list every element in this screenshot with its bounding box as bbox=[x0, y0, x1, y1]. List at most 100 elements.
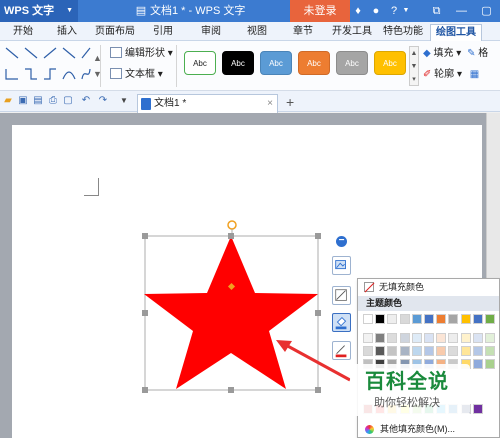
color-swatch[interactable] bbox=[460, 346, 471, 356]
fill-button[interactable]: ◆ 填充 ▾ ✎ 格 bbox=[423, 47, 488, 61]
color-swatch[interactable] bbox=[424, 333, 434, 343]
color-swatch[interactable] bbox=[485, 314, 495, 324]
text-box-button[interactable]: 文本框 ▾ bbox=[110, 68, 163, 82]
format-painter-icon[interactable]: ✎ bbox=[467, 48, 475, 59]
expand-icon[interactable]: ▾ bbox=[410, 73, 418, 86]
no-fill-option[interactable]: 无填充颜色 bbox=[358, 279, 499, 296]
style-preset-6[interactable]: Abc bbox=[374, 51, 406, 75]
text-box-label: 文本框 bbox=[125, 69, 155, 80]
tab-developer[interactable]: 开发工具 bbox=[329, 24, 375, 41]
document-icon: ▤ bbox=[135, 5, 147, 17]
style-preset-3[interactable]: Abc bbox=[260, 51, 292, 75]
shape-layout-tool[interactable] bbox=[332, 256, 351, 275]
ribbon-divider bbox=[100, 45, 101, 87]
print-icon[interactable]: ⎙ bbox=[47, 95, 59, 107]
color-swatch[interactable] bbox=[485, 346, 495, 356]
color-swatch[interactable] bbox=[375, 314, 386, 324]
color-swatch[interactable] bbox=[472, 314, 483, 324]
color-swatch[interactable] bbox=[375, 333, 386, 343]
document-tab[interactable]: 文档1 * × bbox=[137, 94, 278, 113]
ribbon-divider bbox=[176, 45, 177, 87]
collapse-icon[interactable]: − bbox=[336, 236, 347, 247]
more-fill-colors-option[interactable]: 其他填充颜色(M)... bbox=[358, 422, 499, 437]
standard-color-swatch[interactable] bbox=[472, 404, 483, 414]
shirt-icon[interactable]: ♦ bbox=[351, 3, 365, 19]
tab-section[interactable]: 章节 bbox=[288, 24, 318, 41]
tab-page-layout[interactable]: 页面布局 bbox=[92, 24, 138, 41]
tab-view[interactable]: 视图 bbox=[242, 24, 272, 41]
margin-corner-mark bbox=[97, 178, 99, 196]
color-swatch[interactable] bbox=[399, 346, 410, 356]
color-swatch[interactable] bbox=[387, 346, 398, 356]
tab-references[interactable]: 引用 bbox=[148, 24, 178, 41]
color-swatch[interactable] bbox=[363, 333, 373, 343]
layout-icon[interactable]: ▦ bbox=[470, 69, 479, 80]
color-swatch[interactable] bbox=[436, 333, 447, 343]
color-swatch[interactable] bbox=[375, 346, 386, 356]
undo-icon[interactable]: ↶ bbox=[80, 95, 92, 107]
save-icon[interactable]: ▣ bbox=[17, 95, 29, 107]
style-preset-4[interactable]: Abc bbox=[298, 51, 330, 75]
open-folder-icon[interactable]: ▰ bbox=[2, 95, 14, 107]
tab-review[interactable]: 审阅 bbox=[196, 24, 226, 41]
outline-button[interactable]: ✐ 轮廓 ▾ ▦ bbox=[423, 68, 479, 82]
color-swatch[interactable] bbox=[363, 346, 373, 356]
feedback-icon[interactable]: ● bbox=[369, 3, 383, 19]
color-swatch[interactable] bbox=[424, 314, 434, 324]
color-swatch[interactable] bbox=[436, 314, 447, 324]
style-preset-2[interactable]: Abc bbox=[222, 51, 254, 75]
color-swatch[interactable] bbox=[448, 333, 459, 343]
color-swatch[interactable] bbox=[448, 314, 459, 324]
close-tab-icon[interactable]: × bbox=[267, 95, 273, 112]
scroll-up-icon[interactable]: ▲ bbox=[410, 47, 418, 60]
new-tab-icon[interactable]: + bbox=[286, 94, 294, 110]
color-swatch[interactable] bbox=[460, 314, 471, 324]
color-swatch[interactable] bbox=[411, 333, 422, 343]
style-gallery-scroll[interactable]: ▲ ▼ ▾ bbox=[409, 46, 419, 86]
color-swatch[interactable] bbox=[411, 346, 422, 356]
help-dropdown-icon[interactable]: ▼ bbox=[399, 3, 413, 19]
login-button[interactable]: 未登录 bbox=[290, 0, 350, 22]
color-swatch[interactable] bbox=[424, 346, 434, 356]
tab-home[interactable]: 开始 bbox=[8, 24, 38, 41]
customize-dropdown-icon[interactable]: ▼ bbox=[118, 95, 130, 107]
restore-layout-icon[interactable]: ⧉ bbox=[424, 0, 449, 22]
color-swatch[interactable] bbox=[448, 346, 459, 356]
color-swatch[interactable] bbox=[472, 359, 483, 369]
shape-outline-tool[interactable] bbox=[332, 341, 351, 360]
color-swatch[interactable] bbox=[411, 314, 422, 324]
tab-special-features[interactable]: 特色功能 bbox=[380, 24, 426, 41]
wps-app-menu-button[interactable]: WPS 文字 ▼ bbox=[0, 0, 78, 22]
color-wheel-icon bbox=[365, 425, 374, 434]
shape-gallery[interactable] bbox=[3, 45, 93, 89]
color-swatch[interactable] bbox=[363, 314, 373, 324]
color-swatch[interactable] bbox=[485, 333, 495, 343]
minimize-icon[interactable]: — bbox=[449, 0, 474, 22]
ribbon-truncated-label: 格 bbox=[478, 48, 489, 59]
color-swatch[interactable] bbox=[436, 346, 447, 356]
shape-edit-tool[interactable] bbox=[332, 286, 351, 305]
print-preview-icon[interactable]: ▢ bbox=[62, 95, 74, 107]
shape-fill-tool[interactable] bbox=[332, 313, 351, 332]
outline-color-icon bbox=[335, 345, 347, 358]
wps-app-label: WPS 文字 bbox=[4, 5, 55, 17]
tab-drawing-tools[interactable]: 绘图工具 bbox=[430, 24, 482, 41]
redo-icon[interactable]: ↷ bbox=[97, 95, 109, 107]
color-swatch[interactable] bbox=[472, 333, 483, 343]
color-swatch[interactable] bbox=[399, 333, 410, 343]
drawing-tools-ribbon: ▲ ▼ 编辑形状 ▾ 文本框 ▾ Abc Abc Abc Abc Abc Abc ▲ ▼ … bbox=[0, 41, 500, 91]
color-swatch[interactable] bbox=[387, 314, 398, 324]
watermark-subtitle: 助你轻松解决 bbox=[374, 396, 440, 409]
edit-shape-button[interactable]: 编辑形状 ▾ bbox=[110, 47, 173, 61]
maximize-icon[interactable]: ▢ bbox=[474, 0, 499, 22]
color-swatch[interactable] bbox=[387, 333, 398, 343]
color-swatch[interactable] bbox=[485, 359, 495, 369]
color-swatch[interactable] bbox=[399, 314, 410, 324]
export-pdf-icon[interactable]: ▤ bbox=[32, 95, 44, 107]
color-swatch[interactable] bbox=[460, 333, 471, 343]
style-preset-1[interactable]: Abc bbox=[184, 51, 216, 75]
style-preset-5[interactable]: Abc bbox=[336, 51, 368, 75]
color-swatch[interactable] bbox=[472, 346, 483, 356]
tab-insert[interactable]: 插入 bbox=[52, 24, 82, 41]
scroll-down-icon[interactable]: ▼ bbox=[410, 60, 418, 73]
